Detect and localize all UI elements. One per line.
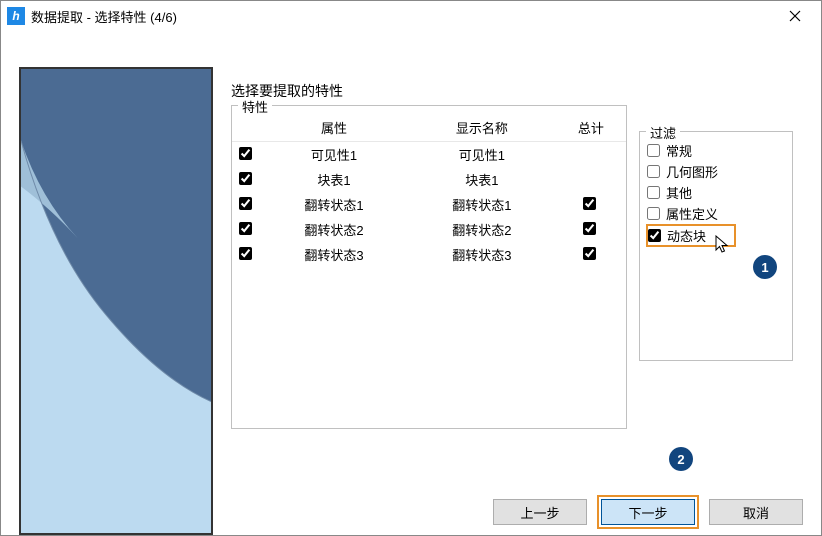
- total-checkbox[interactable]: [583, 247, 596, 260]
- row-include-checkbox[interactable]: [239, 247, 252, 260]
- button-row: 上一步 下一步 取消: [493, 499, 803, 525]
- window-title: 数据提取 - 选择特性 (4/6): [31, 7, 775, 26]
- filter-checkbox[interactable]: [647, 144, 660, 157]
- cell-total: [556, 167, 626, 192]
- filter-checkbox[interactable]: [647, 165, 660, 178]
- cell-total: [556, 192, 626, 217]
- cell-displayname: 翻转状态3: [408, 242, 556, 267]
- filter-item-label: 动态块: [667, 226, 706, 245]
- filter-checkbox[interactable]: [647, 186, 660, 199]
- filter-list: 常规几何图形其他属性定义动态块: [640, 132, 792, 251]
- cancel-button[interactable]: 取消: [709, 499, 803, 525]
- table-row[interactable]: 块表1块表1: [232, 167, 626, 192]
- col-attribute[interactable]: 属性: [260, 114, 408, 142]
- table-row[interactable]: 翻转状态2翻转状态2: [232, 217, 626, 242]
- properties-group-label: 特性: [238, 97, 272, 116]
- close-button[interactable]: [775, 1, 815, 31]
- col-displayname[interactable]: 显示名称: [408, 114, 556, 142]
- row-include-checkbox[interactable]: [239, 147, 252, 160]
- prev-button[interactable]: 上一步: [493, 499, 587, 525]
- filter-item[interactable]: 属性定义: [646, 203, 786, 224]
- cell-attribute: 翻转状态1: [260, 192, 408, 217]
- cell-attribute: 翻转状态3: [260, 242, 408, 267]
- table-row[interactable]: 翻转状态3翻转状态3: [232, 242, 626, 267]
- cancel-button-label: 取消: [743, 503, 769, 522]
- next-button-label: 下一步: [628, 503, 667, 522]
- cell-displayname: 可见性1: [408, 142, 556, 168]
- dialog-body: 选择要提取的特性 特性 属性 显示名称 总计 可见性1可见性1块表1块表1翻转状…: [1, 31, 821, 535]
- cell-attribute: 翻转状态2: [260, 217, 408, 242]
- titlebar: h 数据提取 - 选择特性 (4/6): [1, 1, 821, 31]
- cell-displayname: 翻转状态1: [408, 192, 556, 217]
- filter-item[interactable]: 常规: [646, 140, 786, 161]
- properties-table: 属性 显示名称 总计 可见性1可见性1块表1块表1翻转状态1翻转状态1翻转状态2…: [232, 114, 626, 267]
- prev-button-label: 上一步: [520, 503, 559, 522]
- col-total[interactable]: 总计: [556, 114, 626, 142]
- filter-checkbox[interactable]: [647, 207, 660, 220]
- cell-total: [556, 142, 626, 168]
- callout-1: 1: [753, 255, 777, 279]
- cell-displayname: 翻转状态2: [408, 217, 556, 242]
- cell-attribute: 可见性1: [260, 142, 408, 168]
- filter-item-label: 几何图形: [666, 162, 718, 181]
- filter-item-label: 其他: [666, 183, 692, 202]
- total-checkbox[interactable]: [583, 197, 596, 210]
- total-checkbox[interactable]: [583, 222, 596, 235]
- cell-total: [556, 242, 626, 267]
- row-include-checkbox[interactable]: [239, 197, 252, 210]
- filter-group-label: 过滤: [646, 123, 680, 142]
- wizard-preview: [19, 67, 213, 535]
- filter-checkbox[interactable]: [648, 229, 661, 242]
- filter-item-label: 属性定义: [666, 204, 718, 223]
- table-row[interactable]: 翻转状态1翻转状态1: [232, 192, 626, 217]
- cell-displayname: 块表1: [408, 167, 556, 192]
- row-include-checkbox[interactable]: [239, 222, 252, 235]
- cell-total: [556, 217, 626, 242]
- filter-group: 过滤 常规几何图形其他属性定义动态块: [639, 131, 793, 361]
- close-icon: [789, 10, 801, 22]
- row-include-checkbox[interactable]: [239, 172, 252, 185]
- filter-item[interactable]: 动态块: [646, 224, 736, 247]
- dialog-window: h 数据提取 - 选择特性 (4/6) 选择要提取的特性 特性 属性: [0, 0, 822, 536]
- cell-attribute: 块表1: [260, 167, 408, 192]
- filter-item[interactable]: 其他: [646, 182, 786, 203]
- table-row[interactable]: 可见性1可见性1: [232, 142, 626, 168]
- filter-item[interactable]: 几何图形: [646, 161, 786, 182]
- app-icon: h: [7, 7, 25, 25]
- properties-group: 特性 属性 显示名称 总计 可见性1可见性1块表1块表1翻转状态1翻转状态1翻转…: [231, 105, 627, 429]
- filter-item-label: 常规: [666, 141, 692, 160]
- next-button[interactable]: 下一步: [601, 499, 695, 525]
- callout-2: 2: [669, 447, 693, 471]
